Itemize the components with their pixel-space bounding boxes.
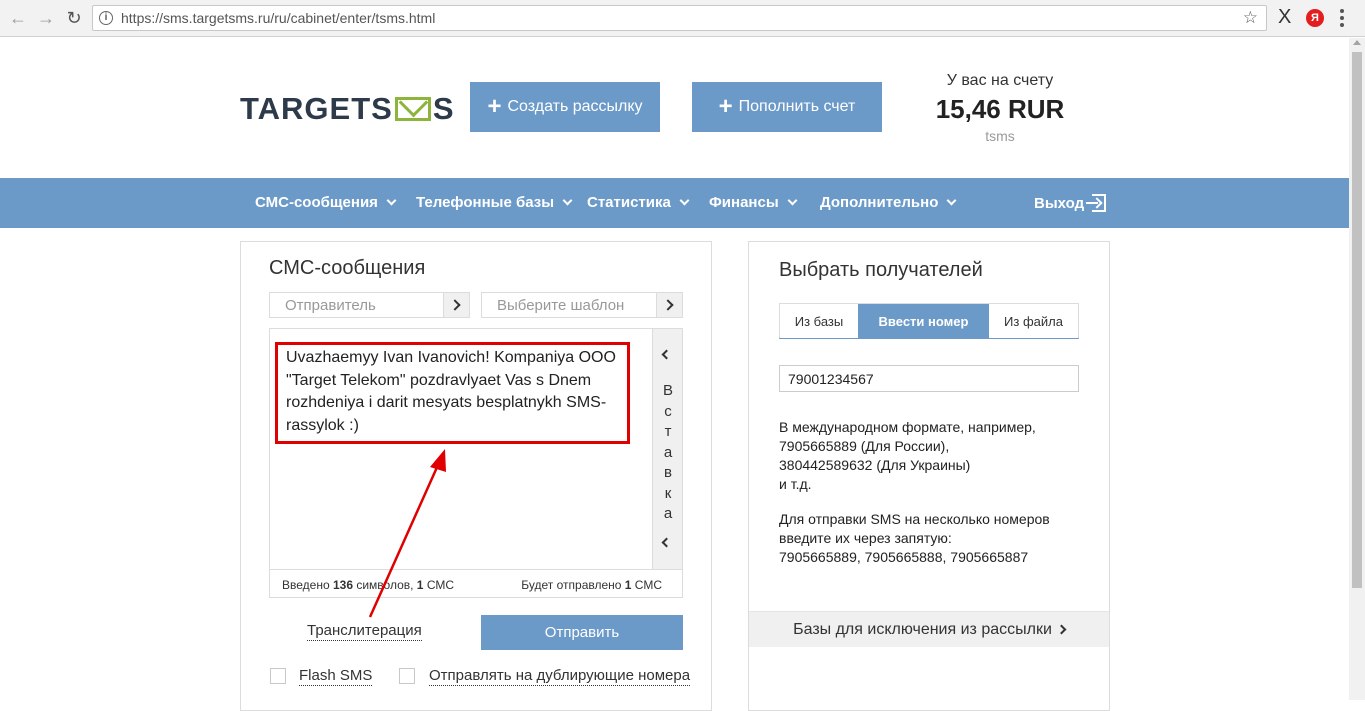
chevron-right-icon (1056, 624, 1067, 635)
insert-letter: В (662, 382, 673, 399)
tab-from-file[interactable]: Из файла (989, 304, 1078, 338)
create-campaign-label: Создать рассылку (507, 98, 643, 115)
chevron-down-icon (787, 195, 798, 206)
chars-count: 136 (332, 578, 353, 592)
insert-letter: а (663, 443, 673, 461)
logo-text-right: S (432, 91, 455, 126)
exclusion-bases-label: Базы для исключения из рассылки (793, 620, 1052, 638)
chevron-left-icon[interactable] (661, 537, 672, 548)
counter-prefix: Введено (282, 578, 333, 592)
message-text-highlighted[interactable]: Uvazhaemyy Ivan Ivanovich! Kompaniya OOO… (275, 342, 630, 444)
nav-additional[interactable]: Дополнительно (820, 194, 957, 211)
create-campaign-button[interactable]: + Создать рассылку (470, 82, 660, 132)
chevron-right-icon[interactable] (443, 293, 469, 317)
back-icon[interactable]: ← (8, 8, 28, 28)
sender-placeholder: Отправитель (285, 297, 376, 314)
template-placeholder: Выберите шаблон (497, 297, 625, 314)
address-bar[interactable]: i https://sms.targetsms.ru/ru/cabinet/en… (92, 5, 1267, 31)
sms-panel-title: СМС-сообщения (269, 257, 426, 279)
topup-button[interactable]: + Пополнить счет (692, 82, 882, 132)
send-button[interactable]: Отправить (481, 615, 683, 650)
chevron-down-icon (679, 195, 690, 206)
multi-number-help: Для отправки SMS на несколько номеров вв… (779, 510, 1050, 567)
insert-letter: с (664, 402, 672, 420)
topup-label: Пополнить счет (738, 98, 856, 115)
message-counter-bar: Введено 136 символов, 1 СМС Будет отправ… (270, 569, 682, 597)
extension-x-icon[interactable]: X (1278, 6, 1291, 29)
plus-icon: + (718, 93, 733, 120)
logout-label: Выход (1034, 194, 1085, 212)
template-select[interactable]: Выберите шаблон (481, 292, 683, 318)
insert-letter: к (664, 484, 672, 502)
scrollbar-thumb[interactable] (1352, 52, 1362, 588)
annotation-arrow (368, 449, 446, 618)
help-line: введите их через запятую: (779, 530, 952, 546)
help-line: и т.д. (779, 476, 812, 492)
balance-value: 15,46 RUR (935, 94, 1065, 124)
insert-letter: а (663, 505, 673, 522)
plus-icon: + (487, 93, 502, 120)
envelope-icon (394, 97, 431, 121)
nav-label: Дополнительно (820, 194, 939, 211)
sender-select[interactable]: Отправитель (269, 292, 470, 318)
nav-label: Телефонные базы (416, 194, 555, 211)
main-nav: СМС-сообщения Телефонные базы Статистика… (0, 178, 1349, 228)
forward-icon[interactable]: → (36, 8, 56, 28)
nav-sms-messages[interactable]: СМС-сообщения (255, 194, 397, 211)
nav-label: СМС-сообщения (255, 194, 378, 211)
account-login: tsms (985, 128, 1015, 144)
reload-icon[interactable]: ↻ (64, 8, 84, 28)
recipients-panel-title: Выбрать получателей (779, 259, 983, 281)
chevron-left-icon[interactable] (661, 349, 672, 360)
help-line: 380442589632 (Для Украины) (779, 457, 971, 473)
insert-label: В с т а в к а (653, 381, 683, 525)
help-line: 7905665889 (Для России), (779, 438, 950, 454)
format-help: В международном формате, например, 79056… (779, 418, 1036, 494)
nav-statistics[interactable]: Статистика (587, 194, 690, 211)
chevron-down-icon (562, 195, 573, 206)
flash-sms-label[interactable]: Flash SMS (299, 667, 373, 686)
logout-link[interactable]: Выход (1034, 194, 1107, 212)
browser-menu-icon[interactable] (1340, 9, 1344, 27)
will-send-suffix: СМС (631, 578, 662, 592)
help-line: 7905665889, 7905665888, 7905665887 (779, 549, 1029, 565)
site-info-icon[interactable]: i (99, 11, 113, 25)
insert-letter: в (664, 464, 672, 481)
exclusion-bases-link[interactable]: Базы для исключения из рассылки (749, 611, 1109, 647)
browser-toolbar: ← → ↻ i https://sms.targetsms.ru/ru/cabi… (0, 0, 1365, 37)
help-line: В международном формате, например, (779, 419, 1036, 435)
insert-letter: т (664, 423, 672, 440)
yandex-extension-icon[interactable]: Я (1306, 9, 1324, 27)
phone-number-input[interactable] (779, 365, 1079, 392)
targetsms-logo[interactable]: TARGETS S (240, 91, 455, 127)
chevron-down-icon (386, 195, 397, 206)
chevron-down-icon (946, 195, 957, 206)
tab-from-base[interactable]: Из базы (780, 304, 858, 338)
page-scrollbar[interactable] (1349, 38, 1365, 700)
logout-icon (1086, 194, 1107, 212)
insert-panel-toggle[interactable]: В с т а в к а (652, 329, 682, 569)
nav-label: Статистика (587, 194, 671, 211)
duplicates-label[interactable]: Отправлять на дублирующие номера (429, 667, 691, 686)
flash-sms-checkbox[interactable] (270, 668, 286, 684)
transliteration-link[interactable]: Транслитерация (307, 622, 422, 641)
tab-enter-number[interactable]: Ввести номер (858, 304, 989, 338)
bookmark-star-icon[interactable]: ☆ (1243, 8, 1258, 28)
balance-label: У вас на счету (946, 72, 1054, 89)
will-send-counter: Будет отправлено 1 СМС (521, 578, 662, 592)
recipient-tabs: Из базы Ввести номер Из файла (779, 303, 1079, 339)
help-line: Для отправки SMS на несколько номеров (779, 511, 1050, 527)
nav-label: Финансы (709, 194, 779, 211)
duplicates-checkbox[interactable] (399, 668, 415, 684)
nav-finance[interactable]: Финансы (709, 194, 798, 211)
chevron-right-icon[interactable] (656, 293, 682, 317)
scroll-up-icon[interactable] (1353, 40, 1361, 45)
will-send-prefix: Будет отправлено (521, 578, 625, 592)
address-url[interactable]: https://sms.targetsms.ru/ru/cabinet/ente… (121, 10, 435, 26)
nav-phone-bases[interactable]: Телефонные базы (416, 194, 573, 211)
logo-text-left: TARGETS (240, 91, 393, 126)
